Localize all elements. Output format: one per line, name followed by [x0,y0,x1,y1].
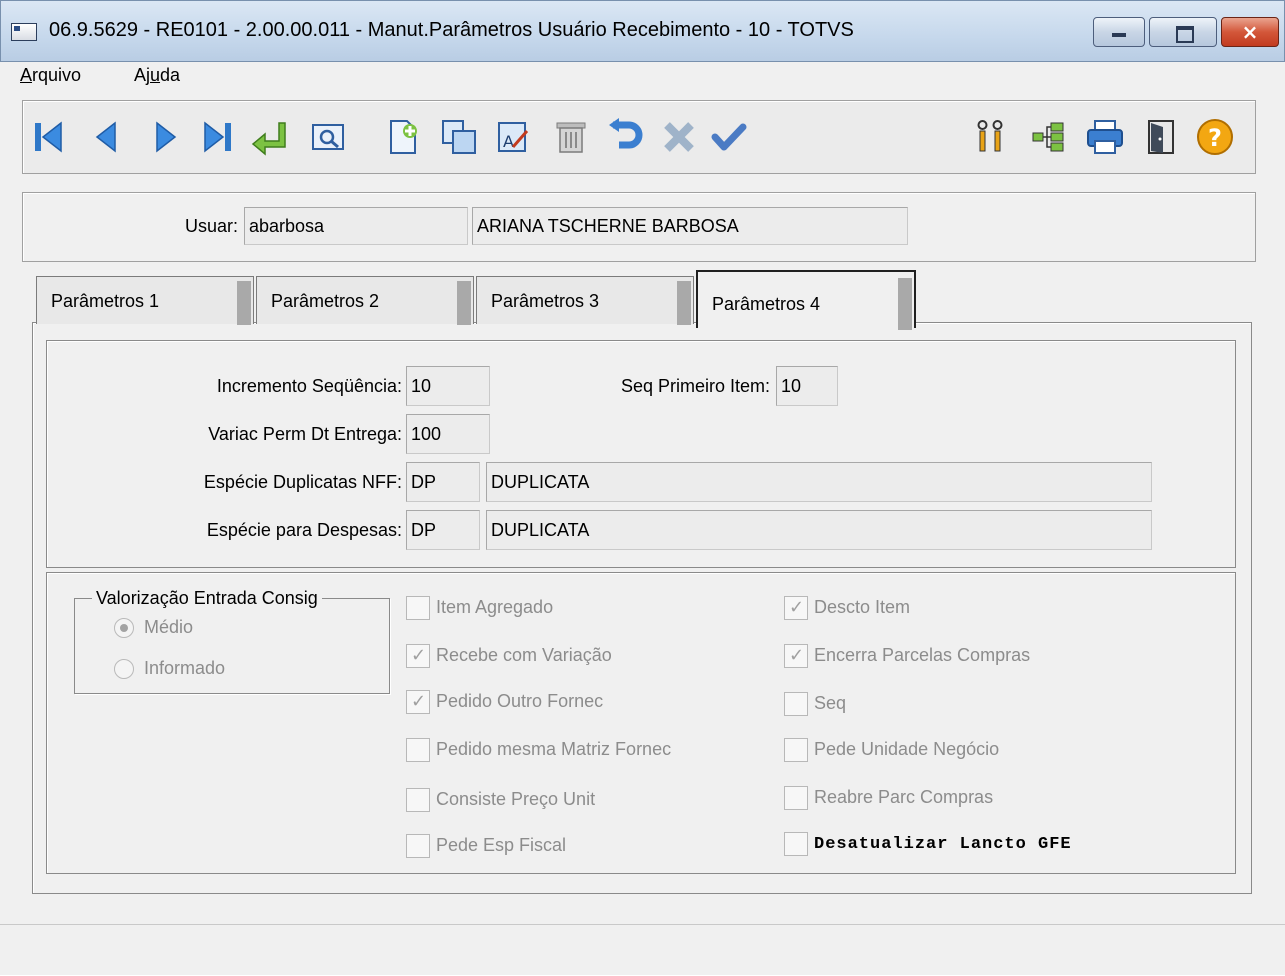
incremento-label: Incremento Seqüência: [216,376,402,396]
menu-ajuda-label-a: Aj [134,65,151,85]
menu-arquivo-accel: A [20,65,33,85]
tab-parametros-2[interactable]: Parâmetros 2 [256,276,474,325]
seq-primeiro-label: Seq Primeiro Item: [620,376,770,396]
status-bar [0,924,1285,976]
checkbox-pede-unidade-negocio-label: Pede Unidade Negócio [814,739,1000,759]
incremento-field[interactable]: 10 [406,366,490,406]
checkbox-pedido-mesma-matriz[interactable] [406,738,430,762]
next-record-icon[interactable] [145,117,185,157]
delete-icon[interactable] [551,117,591,157]
radio-medio[interactable] [114,618,134,638]
previous-record-icon[interactable] [87,117,127,157]
user-name-field: ARIANA TSCHERNE BARBOSA [472,207,908,245]
checkbox-reabre-parc-label: Reabre Parc Compras [814,787,994,807]
checkbox-consiste-preco[interactable] [406,788,430,812]
checkbox-descto-item[interactable] [784,596,808,620]
help-icon[interactable]: ? [1195,117,1235,157]
user-label: Usuar: [184,216,238,236]
checkbox-pedido-outro-fornec-label: Pedido Outro Fornec [436,691,604,711]
checkbox-seq[interactable] [784,692,808,716]
copy-icon[interactable] [439,117,479,157]
especie-dup-label: Espécie Duplicatas NFF: [203,472,402,492]
goto-icon[interactable] [249,117,289,157]
app-icon[interactable] [11,23,37,41]
especie-desp-label: Espécie para Despesas: [206,520,402,540]
save-icon[interactable] [709,117,749,157]
close-icon: × [1241,20,1259,44]
user-login-field[interactable]: abarbosa [244,207,468,245]
tab-parametros-4[interactable]: Parâmetros 4 [696,270,916,330]
maximize-button[interactable] [1149,17,1217,47]
checkbox-pede-unidade-negocio[interactable] [784,738,808,762]
undo-icon[interactable] [605,117,645,157]
last-record-icon[interactable] [197,117,237,157]
checkbox-pede-esp-fiscal-label: Pede Esp Fiscal [436,835,567,855]
checkbox-encerra-parcelas[interactable] [784,644,808,668]
menu-arquivo[interactable]: Arquivo [20,65,81,86]
svg-text:?: ? [1208,124,1222,152]
checkbox-pedido-mesma-matriz-label: Pedido mesma Matriz Fornec [436,739,672,759]
checkbox-desatualizar-gfe[interactable] [784,832,808,856]
cancel-icon[interactable] [659,117,699,157]
edit-icon[interactable]: A [493,117,533,157]
valorizacao-group [74,598,390,694]
checkbox-seq-label: Seq [814,693,847,713]
menu-ajuda-label-b: da [160,65,181,85]
minimize-button[interactable] [1093,17,1145,47]
checkbox-descto-item-label: Descto Item [814,597,911,617]
checkbox-item-agregado-label: Item Agregado [436,597,554,617]
close-button[interactable]: × [1221,17,1279,47]
new-record-icon[interactable] [383,117,423,157]
especie-dup-desc-field: DUPLICATA [486,462,1152,502]
tree-icon[interactable] [1029,117,1069,157]
menu-ajuda-accel: u [150,65,161,85]
checkbox-recebe-variacao-label: Recebe com Variação [436,645,612,665]
especie-desp-code-field[interactable]: DP [406,510,480,550]
menu-bar: Arquivo Ajuda [0,62,1285,92]
radio-medio-label: Médio [144,617,194,637]
checkbox-pedido-outro-fornec[interactable] [406,690,430,714]
radio-informado-label: Informado [144,658,226,678]
exit-icon[interactable] [1141,117,1181,157]
menu-arquivo-label: rquivo [32,65,82,85]
toolbar: A ? [22,100,1256,174]
seq-primeiro-field[interactable]: 10 [776,366,838,406]
checkbox-item-agregado[interactable] [406,596,430,620]
checkbox-pede-esp-fiscal[interactable] [406,834,430,858]
checkbox-desatualizar-gfe-label: Desatualizar Lancto GFE [814,835,1072,854]
variac-field[interactable]: 100 [406,414,490,454]
search-icon[interactable] [309,117,349,157]
radio-informado[interactable] [114,659,134,679]
especie-desp-desc-field: DUPLICATA [486,510,1152,550]
tab-parametros-3[interactable]: Parâmetros 3 [476,276,694,325]
checkbox-consiste-preco-label: Consiste Preço Unit [436,789,596,809]
tab-parametros-1[interactable]: Parâmetros 1 [36,276,254,325]
especie-dup-code-field[interactable]: DP [406,462,480,502]
checkbox-recebe-variacao[interactable] [406,644,430,668]
checkbox-reabre-parc[interactable] [784,786,808,810]
window-title: 06.9.5629 - RE0101 - 2.00.00.011 - Manut… [49,19,854,41]
svg-text:A: A [503,132,514,151]
variac-label: Variac Perm Dt Entrega: [208,424,402,444]
first-record-icon[interactable] [31,117,71,157]
print-icon[interactable] [1085,117,1125,157]
menu-ajuda[interactable]: Ajuda [134,65,180,86]
tools-icon[interactable] [971,117,1011,157]
valorizacao-group-title: Valorização Entrada Consig [92,588,322,609]
title-bar[interactable]: 06.9.5629 - RE0101 - 2.00.00.011 - Manut… [0,0,1285,62]
checkbox-encerra-parcelas-label: Encerra Parcelas Compras [814,645,1031,665]
